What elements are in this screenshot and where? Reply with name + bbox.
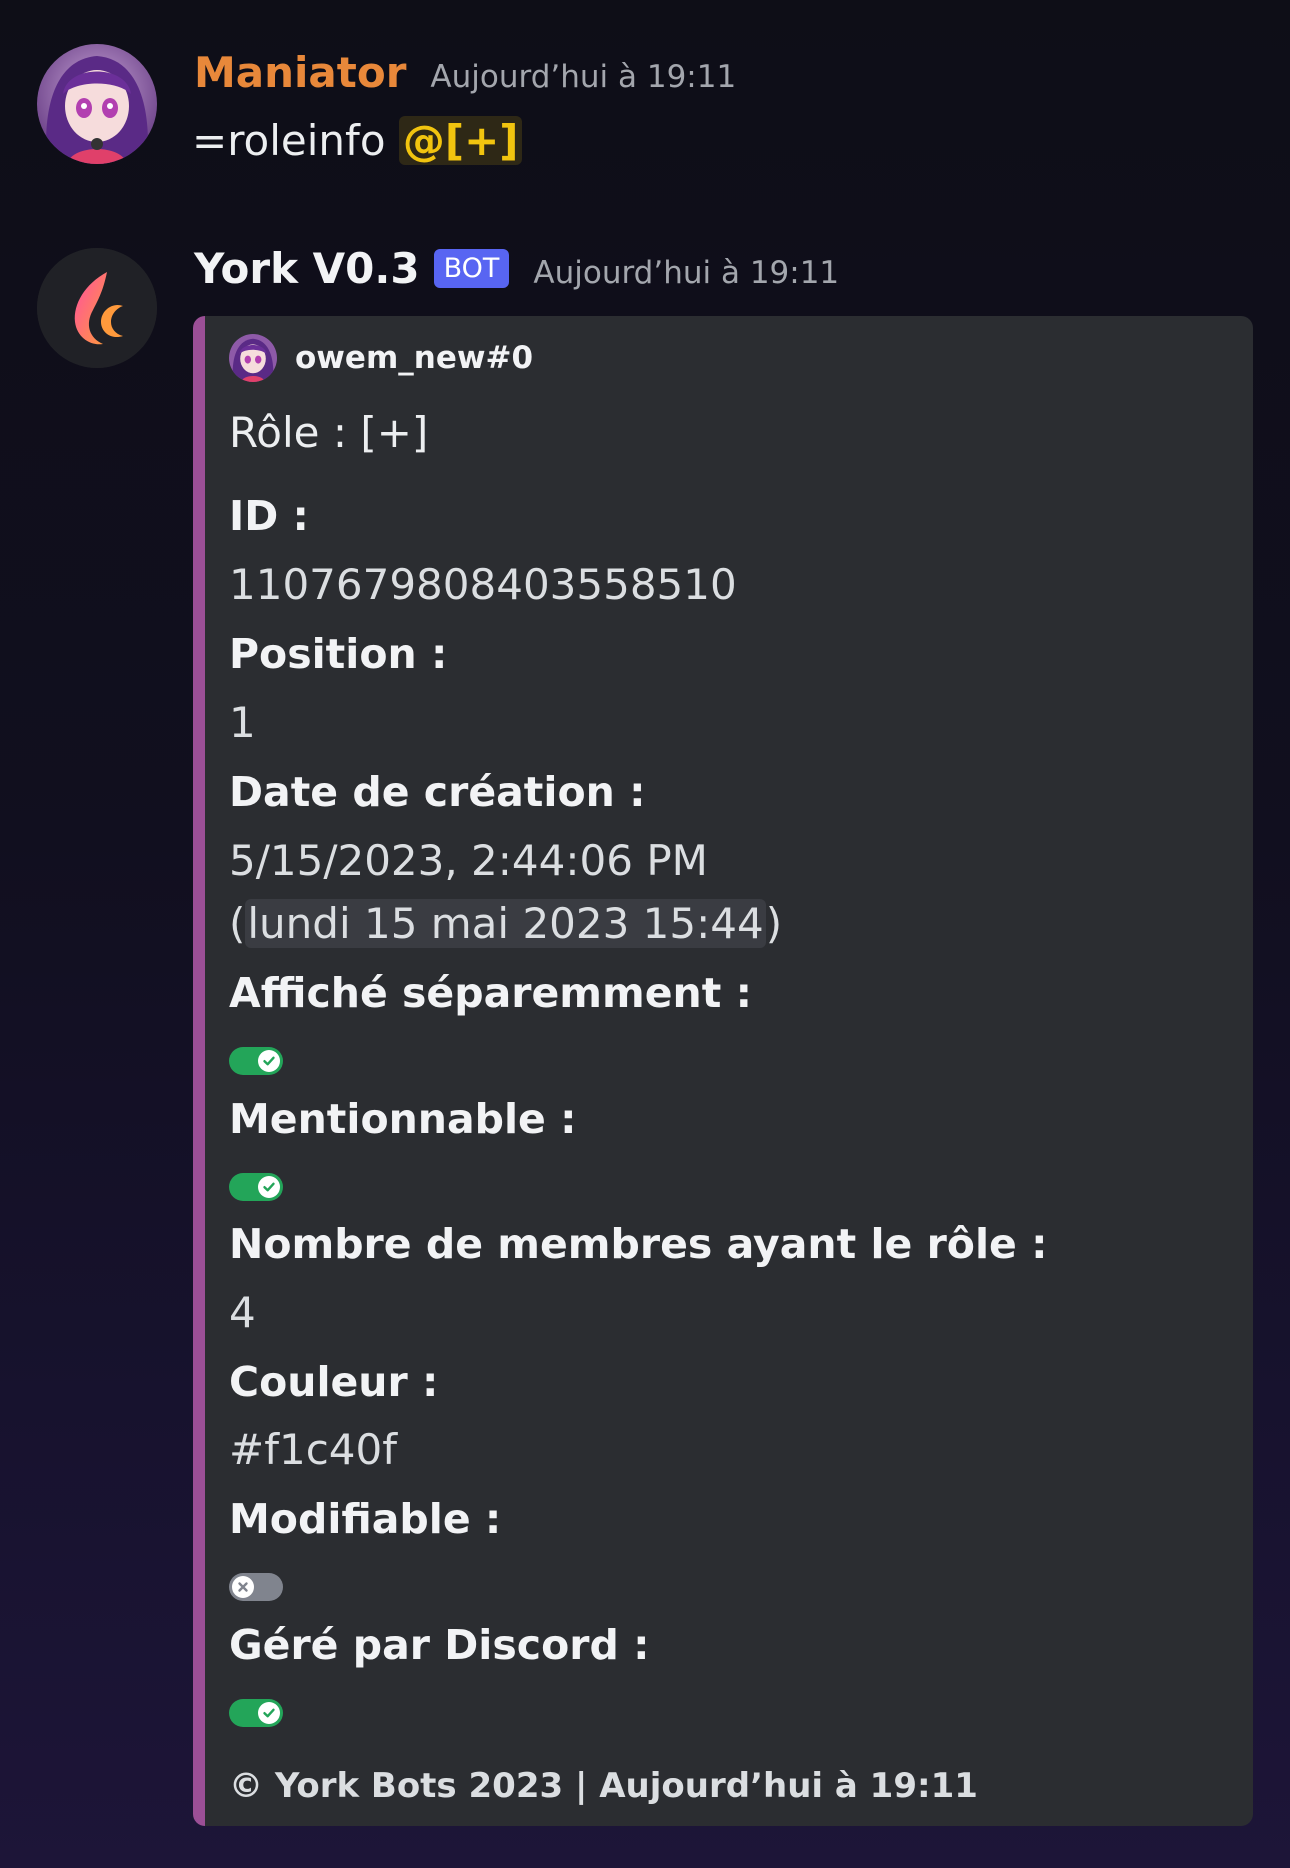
check-icon (258, 1176, 280, 1198)
field-name-mentionable: Mentionnable : (229, 1095, 577, 1143)
toggle-hoist-on (229, 1047, 283, 1075)
paren-close: ) (765, 899, 783, 948)
field-value-id: 1107679808403558510 (229, 560, 737, 609)
local-date-timestamp[interactable]: lundi 15 mai 2023 15:44 (245, 899, 766, 948)
field-name-id: ID : (229, 492, 309, 540)
check-icon (258, 1702, 280, 1724)
bot-badge: BOT (433, 249, 510, 288)
check-icon (258, 1050, 280, 1072)
author-name: owem_new#0 (295, 340, 534, 376)
field-name-editable: Modifiable : (229, 1495, 502, 1543)
x-icon (232, 1576, 254, 1598)
field-value-created-local: (lundi 15 mai 2023 15:44) (229, 899, 782, 948)
author-avatar (229, 334, 277, 382)
field-value-created: 5/15/2023, 2:44:06 PM (229, 836, 708, 885)
command-text: =roleinfo (192, 116, 399, 165)
field-name-color: Couleur : (229, 1358, 439, 1406)
paren-open: ( (229, 899, 246, 948)
embed-description: Rôle : [+] (229, 408, 429, 457)
embed-footer: © York Bots 2023 | Aujourd’hui à 19:11 (229, 1766, 978, 1806)
field-name-members: Nombre de membres ayant le rôle : (229, 1220, 1048, 1268)
field-value-members: 4 (229, 1288, 256, 1337)
role-info-embed: owem_new#0 Rôle : [+] ID : 1107679808403… (193, 316, 1253, 1826)
embed-author[interactable]: owem_new#0 (229, 334, 533, 382)
field-name-position: Position : (229, 630, 448, 678)
field-name-managed: Géré par Discord : (229, 1621, 650, 1669)
username-maniator[interactable]: Maniator (194, 48, 406, 97)
bot-avatar-york[interactable] (37, 248, 157, 368)
toggle-managed-on (229, 1699, 283, 1727)
field-value-color: #f1c40f (229, 1425, 398, 1474)
message-timestamp: Aujourd’hui à 19:11 (533, 255, 840, 291)
user-avatar-maniator[interactable] (37, 44, 157, 164)
role-mention[interactable]: @[+] (398, 116, 523, 165)
field-name-created: Date de création : (229, 768, 646, 816)
field-value-position: 1 (229, 698, 256, 747)
message-content: =roleinfo @[+] (192, 116, 523, 165)
toggle-mentionable-on (229, 1173, 283, 1201)
field-name-hoist: Affiché séparemment : (229, 969, 752, 1017)
message-timestamp: Aujourd’hui à 19:11 (430, 59, 737, 95)
username-york[interactable]: York V0.3 (194, 244, 420, 293)
toggle-editable-off (229, 1573, 283, 1601)
